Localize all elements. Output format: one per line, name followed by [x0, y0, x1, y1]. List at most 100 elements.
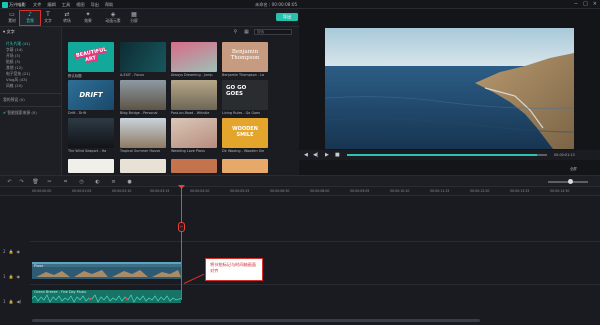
library-header: ▾ 文字 — [3, 29, 15, 34]
tool-audio[interactable]: ♪ 音频 — [19, 10, 41, 26]
timeline-toolbar: ↶ ↷ 🗑 ✂ ⌗ ◷ ◐ ≡ ● — [0, 175, 600, 187]
elements-icon: ◈ — [110, 11, 116, 18]
filter-icon[interactable]: ⚲ — [232, 29, 239, 35]
playhead-line[interactable] — [181, 186, 182, 300]
template-thumbnail[interactable]: Benjamin Thompson — [222, 42, 268, 72]
ruler-tick: 00:00:02:10 — [112, 189, 132, 193]
template-thumbnail[interactable] — [68, 159, 114, 173]
template-thumbnail[interactable] — [68, 118, 114, 148]
delete-icon[interactable]: 🗑 — [32, 179, 39, 185]
fullscreen-label[interactable]: 全屏 — [570, 166, 577, 171]
template-thumbnail[interactable] — [171, 42, 217, 72]
template-label: 默认标题 — [68, 74, 82, 78]
cut-icon[interactable]: ✂ — [46, 179, 53, 185]
coastline-image — [325, 28, 574, 149]
template-thumbnail[interactable] — [120, 42, 166, 72]
minimize-icon[interactable]: − — [574, 1, 578, 7]
template-thumbnail[interactable]: WOODEN SMILE — [222, 118, 268, 148]
speaker-icon[interactable]: ◀) — [17, 299, 22, 304]
ruler-tick: 00:00:14:30 — [550, 189, 570, 193]
ruler-tick: 00:00:08:00 — [310, 189, 330, 193]
audio-waveform — [32, 294, 181, 303]
crop-icon[interactable]: ⌗ — [62, 179, 69, 185]
smart-search-checkbox[interactable]: ✔ 智能搜索来源 (0) — [3, 110, 37, 116]
folder-icon: ▭ — [9, 11, 15, 18]
redo-icon[interactable]: ↷ — [18, 179, 25, 185]
prev-frame-icon[interactable]: ◀ — [304, 152, 308, 158]
template-thumbnail[interactable] — [120, 159, 166, 173]
search-input[interactable]: 搜索 — [254, 29, 292, 35]
lock-icon[interactable]: 🔒 — [9, 274, 14, 279]
lock-icon[interactable]: 🔒 — [9, 249, 14, 254]
video-clip[interactable]: Plage — [32, 262, 181, 279]
track-header-video-2: 2 🔒 ◉ — [3, 249, 21, 254]
ruler-tick: 00:00:03:15 — [150, 189, 170, 193]
template-label: Bldg Bridge - Personal — [120, 111, 158, 115]
template-thumbnail[interactable]: GO GO GOES — [222, 80, 268, 110]
template-label: Living Rules - Go Goes — [222, 111, 261, 115]
tool-effects[interactable]: ✦ 效果 — [78, 11, 98, 25]
zoom-handle[interactable] — [568, 179, 573, 184]
close-icon[interactable]: × — [593, 1, 597, 7]
effects-icon: ✦ — [85, 11, 91, 18]
template-label: Tropical Summer House — [120, 149, 161, 153]
template-thumbnail[interactable]: DRIFT — [68, 80, 114, 110]
step-back-icon[interactable]: ◀| — [313, 152, 319, 158]
template-thumbnail[interactable] — [171, 118, 217, 148]
record-icon[interactable]: ● — [126, 179, 133, 185]
color-icon[interactable]: ◐ — [94, 179, 101, 185]
stop-icon[interactable]: ■ — [335, 152, 340, 158]
tool-split-screen[interactable]: ▦ 分屏 — [124, 11, 144, 25]
track-header-video-1: 1 🔒 ◉ — [3, 274, 21, 279]
audio-mixer-icon[interactable]: ≡ — [110, 179, 117, 185]
time-readout: 00:00:01:13 — [554, 153, 575, 157]
template-thumbnail[interactable]: BEAUTIFUL ART — [68, 42, 114, 72]
menu-edit[interactable]: 编辑 — [47, 2, 55, 8]
speed-icon[interactable]: ◷ — [78, 179, 85, 185]
divider — [0, 106, 62, 107]
export-button[interactable]: 导出 — [276, 13, 298, 21]
tool-transition[interactable]: ⇄ 转场 — [57, 11, 77, 25]
template-thumbnail[interactable] — [120, 118, 166, 148]
split-screen-icon: ▦ — [131, 11, 137, 18]
window-controls: − □ × — [574, 1, 597, 7]
timeline-ruler: 00:00:00:00 00:00:01:05 00:00:02:10 00:0… — [0, 187, 600, 196]
scrub-progress — [347, 154, 537, 156]
ruler-tick: 00:00:00:00 — [32, 189, 52, 193]
lock-icon[interactable]: 🔒 — [9, 299, 14, 304]
template-thumbnail[interactable] — [171, 159, 217, 173]
timeline-tracks: 2 🔒 ◉ 1 🔒 ◉ 1 🔒 ◀) — [0, 196, 600, 325]
document-title: 未命名 : 00:00:08:05 — [255, 2, 298, 7]
menu-export[interactable]: 导出 — [91, 2, 99, 8]
scissors-icon[interactable]: ✂ — [178, 222, 185, 232]
play-icon[interactable]: ▶ — [325, 152, 329, 158]
preview-video — [325, 28, 574, 149]
timeline-scrollbar[interactable] — [32, 319, 480, 322]
grid-tools: ⚲ ▦ 搜索 — [232, 29, 292, 35]
template-thumbnail[interactable] — [171, 80, 217, 110]
tool-elements[interactable]: ◈ 动画元素 — [100, 11, 126, 25]
menu-tools[interactable]: 工具 — [62, 2, 70, 8]
eye-icon[interactable]: ◉ — [17, 274, 21, 279]
menu-bar: 文件 编辑 工具 视图 导出 帮助 — [33, 2, 113, 8]
my-presets-item[interactable]: 我的预设 (0) — [3, 97, 25, 103]
menu-view[interactable]: 视图 — [76, 2, 84, 8]
tool-text[interactable]: T 文字 — [38, 11, 58, 25]
annotation-callout: 将节拍标记与时间轴画面对齐 — [205, 258, 263, 281]
menu-file[interactable]: 文件 — [33, 2, 41, 8]
maximize-icon[interactable]: □ — [583, 1, 588, 7]
menu-help[interactable]: 帮助 — [105, 2, 113, 8]
template-thumbnail[interactable] — [222, 159, 268, 173]
tool-media[interactable]: ▭ 素材 — [2, 11, 22, 25]
app-logo-icon — [2, 1, 8, 8]
ruler-tick: 00:00:09:05 — [350, 189, 370, 193]
audio-clip[interactable]: Ocean Breeze - Fine Day Music — [32, 290, 181, 303]
eye-icon[interactable]: ◉ — [17, 249, 21, 254]
ruler-tick: 00:00:05:25 — [230, 189, 250, 193]
category-item[interactable]: 风格 (20) — [6, 83, 23, 89]
ruler-tick: 00:00:10:10 — [390, 189, 410, 193]
undo-icon[interactable]: ↶ — [6, 179, 13, 185]
template-thumbnail[interactable] — [120, 80, 166, 110]
grid-view-icon[interactable]: ▦ — [243, 29, 250, 35]
template-label: Wedding Love Plans — [171, 149, 205, 153]
